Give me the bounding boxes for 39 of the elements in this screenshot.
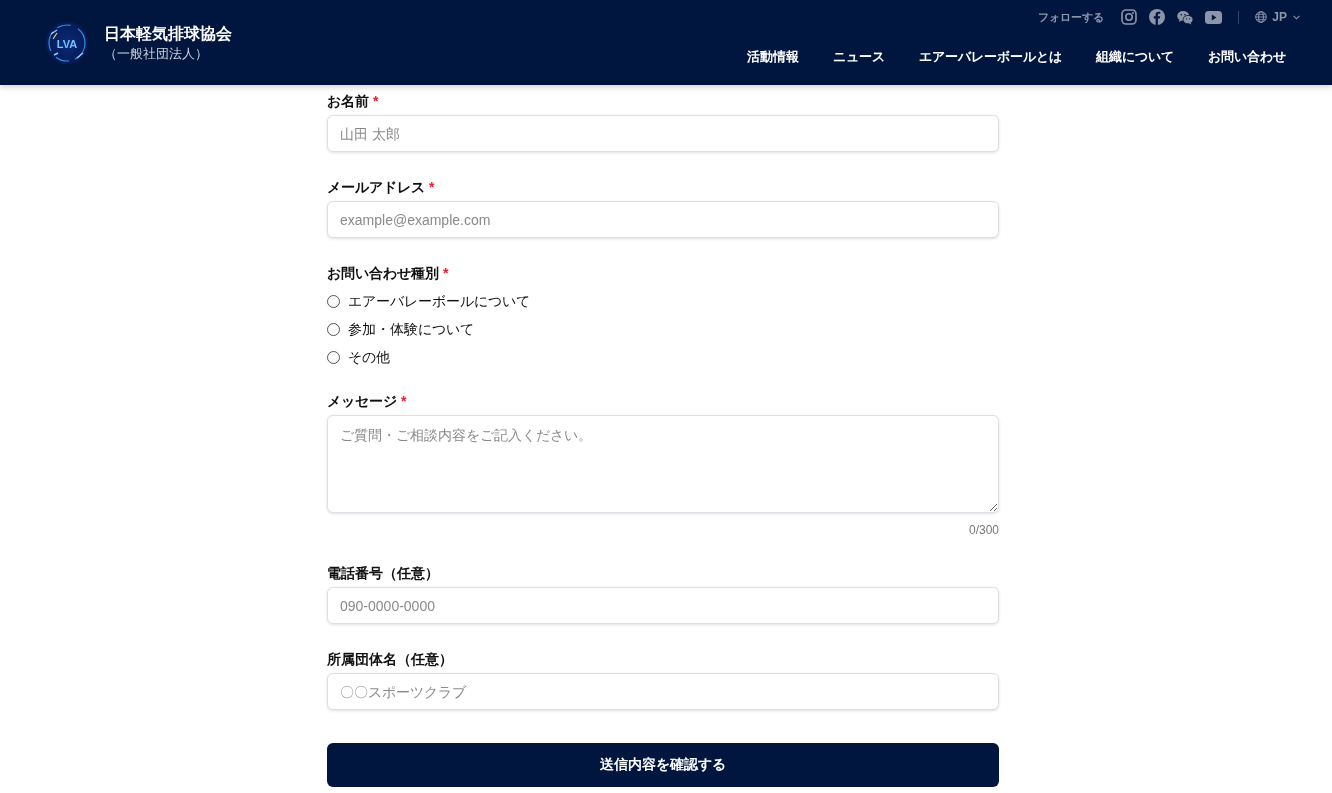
radio-button[interactable]	[327, 294, 340, 308]
f-circle-icon[interactable]	[1149, 9, 1166, 25]
site-subtitle: （一般社団法人）	[104, 44, 209, 63]
globe-icon[interactable]	[1255, 11, 1268, 23]
field-label: メールアドレス	[327, 178, 425, 197]
required-mark: *	[401, 392, 407, 411]
nav-link[interactable]: 組織について	[1079, 47, 1191, 67]
language-selector[interactable]: JP	[1272, 10, 1287, 24]
text-input[interactable]: 090-0000-0000	[327, 587, 999, 624]
required-mark: *	[429, 178, 435, 197]
field-label: お問い合わせ種別	[327, 264, 439, 283]
message-textarea[interactable]: ご質問・ご相談内容をご記入ください。	[327, 415, 999, 513]
field-label: 電話番号（任意）	[327, 564, 439, 583]
text-input[interactable]: 山田 太郎	[327, 115, 999, 152]
text-input[interactable]: 〇〇スポーツクラブ	[327, 673, 999, 710]
nav-link[interactable]: 活動情報	[730, 47, 816, 67]
required-mark: *	[443, 264, 449, 283]
text-input[interactable]: example@example.com	[327, 201, 999, 238]
chevron-down-icon[interactable]	[1293, 14, 1300, 20]
nav-link[interactable]: お問い合わせ	[1191, 47, 1303, 67]
radio-button[interactable]	[327, 350, 340, 364]
field-label: メッセージ	[327, 392, 397, 411]
chat-bubbles-icon[interactable]	[1177, 9, 1194, 25]
follow-label: フォローする	[1038, 9, 1105, 25]
radio-button[interactable]	[327, 322, 340, 336]
field-label: お名前	[327, 92, 369, 111]
radio-option-label[interactable]: エアーバレーボールについて	[348, 291, 530, 311]
logo-icon[interactable]: LVA	[46, 21, 88, 64]
radio-option-label[interactable]: その他	[348, 347, 390, 367]
play-button-icon[interactable]	[1205, 10, 1223, 24]
confirm-button[interactable]: 送信内容を確認する	[327, 743, 999, 787]
camera-outline-icon[interactable]	[1121, 9, 1138, 25]
field-label: 所属団体名（任意）	[327, 650, 453, 669]
nav-link[interactable]: エアーバレーボールとは	[902, 47, 1079, 67]
character-counter: 0/300	[968, 522, 999, 538]
required-mark: *	[373, 92, 379, 111]
site-title: 日本軽気排球協会	[104, 23, 232, 44]
nav-link[interactable]: ニュース	[816, 47, 902, 67]
radio-option-label[interactable]: 参加・体験について	[348, 319, 474, 339]
